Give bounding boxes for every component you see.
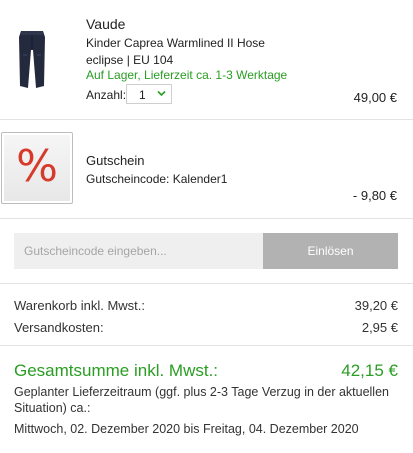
product-variant: eclipse | EU 104 [86, 53, 174, 67]
coupon-code-input[interactable] [14, 233, 263, 269]
delivery-dates: Mittwoch, 02. Dezember 2020 bis Freitag,… [14, 422, 359, 436]
product-price: 49,00 € [353, 90, 397, 105]
voucher-code: Gutscheincode: Kalender1 [86, 172, 228, 186]
coupon-form: Einlösen [14, 233, 398, 269]
delivery-note: Geplanter Lieferzeitraum (ggf. plus 2-3 … [14, 385, 389, 415]
shipping-label: Versandkosten: [14, 320, 104, 335]
shipping-value: 2,95 € [361, 320, 398, 335]
cart-subtotal-value: 39,20 € [354, 298, 398, 313]
cart-subtotal-label: Warenkorb inkl. Mwst.: [14, 298, 145, 313]
redeem-button[interactable]: Einlösen [263, 233, 398, 269]
cart-item-product: Vaude Kinder Caprea Warmlined II Hose ec… [0, 0, 413, 118]
quantity-label: Anzahl: [86, 88, 127, 102]
voucher-title: Gutschein [86, 153, 145, 168]
total-value: 42,15 € [341, 361, 398, 380]
product-name[interactable]: Kinder Caprea Warmlined II Hose [86, 36, 265, 50]
quantity-value: 1 [139, 88, 146, 102]
quantity-select[interactable]: 1 [126, 84, 172, 104]
divider [0, 345, 413, 346]
divider [0, 218, 413, 219]
cart-item-voucher: % Gutschein Gutscheincode: Kalender1 - 9… [0, 120, 413, 218]
product-brand[interactable]: Vaude [86, 16, 125, 32]
percent-icon: % [1, 132, 73, 204]
pants-icon[interactable] [8, 28, 56, 92]
total-label: Gesamtsumme inkl. Mwst.: [14, 361, 219, 380]
stock-status: Auf Lager, Lieferzeit ca. 1-3 Werktage [86, 68, 288, 82]
chevron-down-icon [157, 90, 166, 97]
voucher-amount: - 9,80 € [352, 188, 397, 203]
divider [0, 283, 413, 284]
percent-symbol: % [16, 141, 58, 192]
